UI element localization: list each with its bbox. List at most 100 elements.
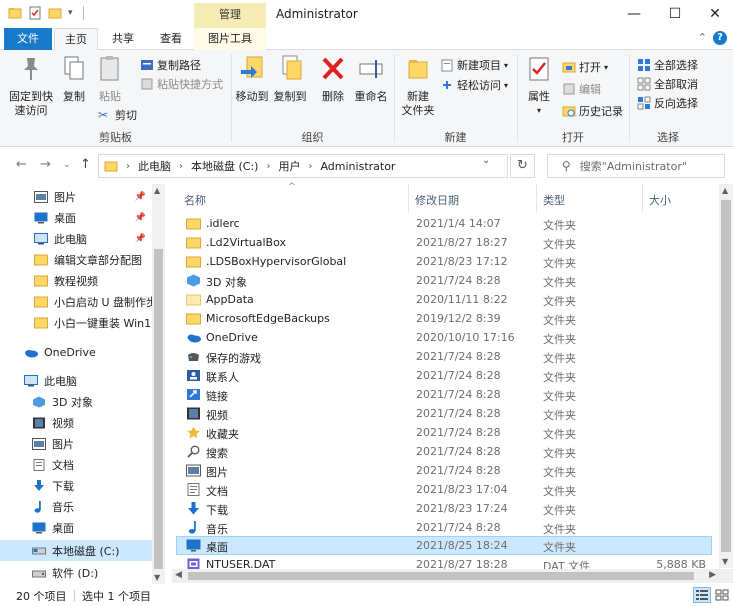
recent-locations-icon[interactable]: ⌄	[63, 160, 71, 170]
manage-context-tab[interactable]: 管理	[194, 3, 266, 28]
copy-path-button[interactable]: 复制路径	[140, 57, 201, 73]
easy-access-button[interactable]: 轻松访问 ▾	[440, 77, 508, 93]
file-row[interactable]: 3D 对象 2021/7/24 8:28 文件夹	[176, 271, 712, 290]
file-row[interactable]: .idlerc 2021/1/4 14:07 文件夹	[176, 214, 712, 233]
file-row[interactable]: OneDrive 2020/10/10 17:16 文件夹	[176, 328, 712, 347]
breadcrumb-this-pc[interactable]: 此电脑	[138, 158, 171, 174]
up-arrow-icon[interactable]: ↑	[80, 157, 91, 172]
nav-item-music[interactable]: 音乐	[0, 496, 152, 517]
nav-item-onedrive[interactable]: OneDrive	[0, 342, 152, 363]
file-row[interactable]: MicrosoftEdgeBackups 2019/12/2 8:39 文件夹	[176, 309, 712, 328]
large-icons-view-button[interactable]	[713, 587, 731, 603]
new-item-button[interactable]: 新建项目 ▾	[440, 57, 508, 73]
paste-shortcut-button[interactable]: 粘贴快捷方式	[140, 76, 223, 92]
file-row[interactable]: 音乐 2021/7/24 8:28 文件夹	[176, 518, 712, 537]
search-input[interactable]: ⚲ 搜索"Administrator"	[547, 154, 725, 178]
new-folder-icon[interactable]	[48, 6, 62, 20]
scroll-right-icon[interactable]: ▶	[709, 570, 716, 580]
address-dropdown-icon[interactable]: ⌄	[482, 155, 490, 166]
properties-button[interactable]: 属性 ▾	[522, 54, 556, 118]
file-row[interactable]: 搜索 2021/7/24 8:28 文件夹	[176, 442, 712, 461]
back-arrow-icon[interactable]: ←	[16, 157, 27, 172]
nav-item-desktop-pc[interactable]: 桌面	[0, 517, 152, 538]
nav-item-pictures-pc[interactable]: 图片	[0, 433, 152, 454]
nav-item-this-pc[interactable]: 此电脑	[0, 370, 152, 391]
properties-icon[interactable]	[28, 6, 42, 20]
copy-to-button[interactable]: 复制到	[272, 54, 308, 104]
file-row[interactable]: 文档 2021/8/23 17:04 文件夹	[176, 480, 712, 499]
pin-quick-access-button[interactable]: 固定到快 速访问	[8, 54, 54, 118]
nav-item-folder[interactable]: 教程视频	[0, 270, 152, 291]
customize-qat-icon[interactable]: ▾	[68, 8, 73, 18]
minimize-button[interactable]: —	[614, 0, 654, 28]
nav-item-pictures[interactable]: 图片 📌	[0, 186, 152, 207]
select-all-button[interactable]: 全部选择	[637, 57, 698, 73]
file-row[interactable]: AppData 2020/11/11 8:22 文件夹	[176, 290, 712, 309]
nav-item-local-disk-c[interactable]: 本地磁盘 (C:)	[0, 540, 152, 561]
nav-item-folder[interactable]: 小白一键重装 Win10	[0, 312, 152, 333]
file-row[interactable]: 链接 2021/7/24 8:28 文件夹	[176, 385, 712, 404]
cut-button[interactable]: ✂ 剪切	[98, 107, 137, 123]
file-row[interactable]: 下载 2021/8/23 17:24 文件夹	[176, 499, 712, 518]
file-row[interactable]: 图片 2021/7/24 8:28 文件夹	[176, 461, 712, 480]
column-divider[interactable]	[642, 184, 643, 212]
details-view-button[interactable]	[693, 587, 711, 603]
history-button[interactable]: 历史记录	[562, 103, 623, 119]
folder-icon[interactable]	[8, 6, 22, 20]
column-header-name[interactable]: 名称	[184, 192, 206, 208]
delete-button[interactable]: 删除	[318, 54, 348, 104]
scroll-up-icon[interactable]: ▲	[722, 186, 728, 195]
breadcrumb-separator-icon[interactable]: ›	[126, 161, 130, 172]
tab-view[interactable]: 查看	[152, 28, 190, 50]
move-to-button[interactable]: 移动到	[234, 54, 270, 104]
scrollbar-thumb[interactable]	[188, 572, 694, 580]
file-list-vertical-scrollbar[interactable]: ▲ ▼	[719, 184, 733, 568]
address-bar[interactable]: › 此电脑 › 本地磁盘 (C:) › 用户 › Administrator	[98, 154, 508, 178]
column-divider[interactable]	[536, 184, 537, 212]
nav-item-disk-d[interactable]: 软件 (D:)	[0, 562, 152, 583]
pin-icon[interactable]: 📌	[135, 234, 146, 244]
nav-item-desktop[interactable]: 桌面 📌	[0, 207, 152, 228]
help-icon[interactable]: ?	[713, 31, 727, 45]
collapse-ribbon-icon[interactable]: ⌃	[698, 31, 707, 44]
refresh-button[interactable]: ↻	[510, 154, 535, 178]
rename-button[interactable]: 重命名	[353, 54, 389, 104]
scrollbar-thumb[interactable]	[154, 249, 163, 569]
breadcrumb-separator-icon[interactable]: ›	[308, 161, 312, 172]
nav-item-this-pc-pinned[interactable]: 此电脑 📌	[0, 228, 152, 249]
breadcrumb-administrator[interactable]: Administrator	[320, 160, 395, 173]
column-divider[interactable]	[408, 184, 409, 212]
tab-picture-tools[interactable]: 图片工具	[194, 28, 266, 50]
file-row-selected[interactable]: 桌面 2021/8/25 18:24 文件夹	[176, 536, 712, 555]
open-button[interactable]: 打开 ▾	[562, 59, 608, 75]
file-row[interactable]: 视频 2021/7/24 8:28 文件夹	[176, 404, 712, 423]
edit-button[interactable]: 编辑	[562, 81, 601, 97]
file-list-horizontal-scrollbar[interactable]: ◀ ▶	[172, 569, 719, 583]
file-row[interactable]: .LDSBoxHypervisorGlobal 2021/8/23 17:12 …	[176, 252, 712, 271]
maximize-button[interactable]: ☐	[655, 0, 695, 28]
forward-arrow-icon[interactable]: →	[40, 157, 51, 172]
breadcrumb-users[interactable]: 用户	[278, 158, 300, 174]
column-header-type[interactable]: 类型	[543, 192, 565, 208]
breadcrumb-separator-icon[interactable]: ›	[266, 161, 270, 172]
navigation-scrollbar[interactable]: ▲ ▼	[152, 184, 165, 584]
column-header-size[interactable]: 大小	[649, 192, 671, 208]
pin-icon[interactable]: 📌	[135, 192, 146, 202]
tab-share[interactable]: 共享	[104, 28, 142, 50]
column-header-date[interactable]: 修改日期	[415, 192, 459, 208]
breadcrumb-local-disk[interactable]: 本地磁盘 (C:)	[191, 158, 258, 174]
scroll-down-icon[interactable]: ▼	[722, 557, 728, 566]
paste-button[interactable]: 粘贴	[94, 54, 126, 104]
copy-button[interactable]: 复制	[58, 54, 90, 104]
new-folder-button[interactable]: 新建 文件夹	[398, 54, 438, 118]
scroll-down-icon[interactable]: ▼	[154, 573, 160, 582]
invert-selection-button[interactable]: 反向选择	[637, 95, 698, 111]
file-row[interactable]: 收藏夹 2021/7/24 8:28 文件夹	[176, 423, 712, 442]
scrollbar-thumb[interactable]	[721, 200, 731, 552]
nav-item-3d-objects[interactable]: 3D 对象	[0, 391, 152, 412]
pin-icon[interactable]: 📌	[135, 213, 146, 223]
nav-item-videos[interactable]: 视频	[0, 412, 152, 433]
file-row[interactable]: .Ld2VirtualBox 2021/8/27 18:27 文件夹	[176, 233, 712, 252]
select-none-button[interactable]: 全部取消	[637, 76, 698, 92]
tab-home[interactable]: 主页	[54, 28, 98, 51]
